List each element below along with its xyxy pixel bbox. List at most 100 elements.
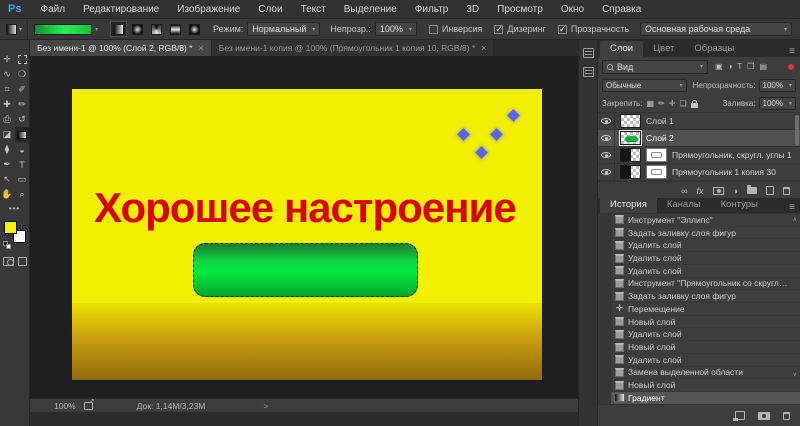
path-select-tool[interactable]: ↖: [0, 172, 15, 187]
brush-tool[interactable]: ✏: [15, 97, 30, 112]
history-item-selected[interactable]: Градиент: [598, 392, 800, 404]
quick-mask-button[interactable]: [2, 257, 14, 266]
gradient-swatch[interactable]: [34, 23, 93, 35]
menu-image[interactable]: Изображение: [168, 0, 249, 19]
lasso-tool[interactable]: ∿: [0, 67, 15, 82]
zoom-tool[interactable]: ⌕: [15, 187, 30, 202]
visibility-toggle[interactable]: [598, 113, 615, 129]
gradient-tool[interactable]: [14, 127, 30, 142]
scroll-up-icon[interactable]: ∧: [793, 216, 797, 223]
menu-help[interactable]: Справка: [593, 0, 650, 19]
layer-filter-select[interactable]: Вид ▾: [602, 59, 708, 74]
link-layers-icon[interactable]: ∞: [681, 186, 687, 196]
type-tool[interactable]: T: [15, 157, 30, 172]
transparency-checkbox-wrap[interactable]: Прозрачность: [557, 24, 629, 35]
diamond-gradient-button[interactable]: [186, 21, 203, 37]
filter-shape-layers-icon[interactable]: ❒: [747, 62, 754, 71]
filter-pixel-layers-icon[interactable]: ▣: [715, 62, 723, 71]
menu-edit[interactable]: Редактирование: [74, 0, 168, 19]
dodge-tool[interactable]: ◒: [15, 142, 30, 157]
filter-toggle-icon[interactable]: [788, 63, 794, 70]
tab-layers[interactable]: Слои: [600, 41, 644, 57]
history-item[interactable]: Новый слой: [598, 315, 800, 329]
clone-stamp-tool[interactable]: ⎙: [0, 112, 15, 127]
pen-tool[interactable]: ✒: [0, 157, 15, 172]
layer-opacity-select[interactable]: 100% ▾: [758, 79, 796, 92]
lock-transparent-icon[interactable]: ▦: [647, 99, 655, 108]
opacity-select[interactable]: 100% ▾: [374, 22, 417, 36]
tab-history[interactable]: История: [600, 197, 657, 213]
shape-tool[interactable]: ▭: [15, 172, 30, 187]
tab-swatches[interactable]: Образцы: [684, 41, 744, 57]
layer-row-2[interactable]: Слой 2: [598, 130, 800, 147]
history-item[interactable]: Замена выделенной области: [598, 366, 800, 380]
history-item[interactable]: Удалить слой: [598, 328, 800, 342]
scroll-down-icon[interactable]: ∨: [793, 371, 797, 378]
fill-select[interactable]: 100% ▾: [758, 97, 796, 110]
hand-tool[interactable]: ✋: [0, 187, 15, 202]
reflected-gradient-button[interactable]: [167, 21, 184, 37]
lock-pixels-icon[interactable]: ✏: [658, 99, 665, 108]
new-group-icon[interactable]: [747, 185, 757, 194]
delete-layer-icon[interactable]: [783, 186, 790, 195]
eraser-tool[interactable]: ◪: [0, 127, 15, 142]
lock-position-icon[interactable]: ✛: [669, 99, 676, 108]
vector-mask-thumbnail[interactable]: [646, 148, 667, 162]
new-snapshot-icon[interactable]: [758, 411, 770, 420]
radial-gradient-button[interactable]: [129, 21, 146, 37]
export-icon[interactable]: [83, 397, 95, 410]
screen-mode-button[interactable]: [17, 257, 27, 266]
add-mask-icon[interactable]: [712, 186, 724, 195]
history-brush-tool[interactable]: ↺: [15, 112, 30, 127]
history-item[interactable]: Удалить слой: [598, 264, 800, 278]
tab-color[interactable]: Цвет: [643, 41, 684, 57]
visibility-toggle[interactable]: [598, 147, 615, 163]
visibility-toggle[interactable]: [598, 130, 615, 146]
document-tab-active[interactable]: Без имени-1 @ 100% (Слой 2, RGB/8) * ×: [30, 40, 211, 56]
properties-panel-icon[interactable]: [582, 48, 594, 58]
zoom-level-field[interactable]: 100%: [54, 401, 76, 411]
layer-thumbnail[interactable]: [620, 165, 641, 179]
history-item[interactable]: Задать заливку слоя фигур: [598, 290, 800, 304]
history-item[interactable]: Инструмент "Эллипс": [598, 214, 800, 227]
filter-adjustment-layers-icon[interactable]: ◑: [728, 62, 733, 71]
history-item[interactable]: Задать заливку слоя фигур: [598, 226, 800, 240]
panel-menu-icon[interactable]: ≡: [789, 203, 795, 213]
vector-mask-thumbnail[interactable]: [646, 165, 667, 179]
linear-gradient-button[interactable]: [110, 21, 128, 37]
layer-row-1[interactable]: Слой 1: [598, 113, 800, 130]
layer-thumbnail[interactable]: [620, 114, 641, 128]
move-tool[interactable]: ✛: [0, 52, 15, 67]
document-tab-inactive[interactable]: Без имени-1 копия @ 100% (Прямоугольник …: [210, 40, 494, 56]
healing-brush-tool[interactable]: ✚: [0, 97, 15, 112]
blur-tool[interactable]: ⧫: [0, 142, 15, 157]
invert-checkbox-wrap[interactable]: Инверсия: [428, 24, 482, 34]
menu-view[interactable]: Просмотр: [488, 0, 552, 19]
adjustment-layer-icon[interactable]: ◑: [733, 186, 738, 196]
close-icon[interactable]: ×: [198, 43, 203, 53]
layer-row-4[interactable]: Прямоугольник 1 копия 30: [598, 164, 800, 181]
history-item[interactable]: Удалить слой: [598, 239, 800, 253]
delete-state-icon[interactable]: [783, 411, 790, 420]
menu-window[interactable]: Окно: [552, 0, 593, 19]
canvas[interactable]: Хорошее настроение: [72, 89, 542, 380]
filter-smart-objects-icon[interactable]: ▤: [759, 62, 767, 71]
layer-blend-mode-select[interactable]: Обычные ▾: [602, 79, 687, 92]
filter-type-layers-icon[interactable]: T: [737, 62, 742, 71]
close-icon[interactable]: ×: [481, 43, 486, 53]
marquee-tool[interactable]: [15, 52, 30, 67]
pasteboard[interactable]: Хорошее настроение: [30, 56, 578, 398]
selected-gradient-rectangle[interactable]: [193, 243, 418, 297]
quick-select-tool[interactable]: ❍: [15, 67, 30, 82]
workspace-select[interactable]: Основная рабочая среда ▾: [640, 22, 792, 36]
menu-layers[interactable]: Слои: [249, 0, 291, 19]
eyedropper-tool[interactable]: ✐: [15, 82, 30, 97]
history-item[interactable]: Новый слой: [598, 379, 800, 393]
foreground-color-swatch[interactable]: [3, 221, 17, 234]
layer-thumbnail[interactable]: [620, 148, 641, 162]
libraries-panel-icon[interactable]: [582, 67, 594, 77]
lock-all-icon[interactable]: [690, 99, 698, 108]
panel-menu-icon[interactable]: ≡: [789, 47, 795, 57]
invert-checkbox[interactable]: [428, 24, 438, 34]
new-layer-icon[interactable]: [766, 186, 774, 195]
